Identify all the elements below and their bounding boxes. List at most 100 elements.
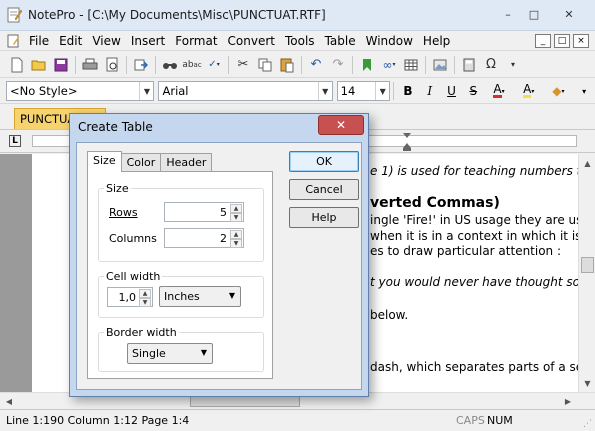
ok-button[interactable]: OK xyxy=(289,151,359,172)
doc-text-line: es to draw particular attention : xyxy=(370,244,562,258)
maximize-button[interactable]: □ xyxy=(523,5,545,23)
size-group: Size Rows 5 ▲ ▼ Columns 2 ▲ ▼ xyxy=(98,182,264,262)
doc-text-line: ingle 'Fire!' in US usage they are usu xyxy=(370,213,591,227)
cell-width-spinner[interactable]: 1,0 ▲ ▼ xyxy=(107,287,153,307)
chevron-down-icon[interactable]: ▼ xyxy=(317,82,332,100)
scroll-left-icon[interactable]: ◀ xyxy=(1,394,17,409)
spin-down-icon[interactable]: ▼ xyxy=(230,239,242,248)
menu-format[interactable]: Format xyxy=(170,34,222,48)
font-color-label: A xyxy=(493,82,502,98)
bookmark-icon[interactable] xyxy=(356,54,378,76)
spellcheck-icon[interactable]: ✓ ▾ xyxy=(203,54,225,76)
spin-up-icon[interactable]: ▲ xyxy=(230,230,242,239)
document-icon[interactable] xyxy=(6,34,20,48)
cut-icon[interactable]: ✂ xyxy=(232,54,254,76)
menu-window[interactable]: Window xyxy=(361,34,418,48)
spin-up-icon[interactable]: ▲ xyxy=(230,204,242,213)
doc-minimize-button[interactable]: _ xyxy=(535,34,551,48)
vertical-scrollbar[interactable]: ▲ ▼ xyxy=(578,154,595,392)
doc-restore-button[interactable]: □ xyxy=(554,34,570,48)
font-color-button[interactable]: A ▾ xyxy=(484,80,514,102)
rows-spinner[interactable]: 5 ▲ ▼ xyxy=(164,202,244,222)
minimize-button[interactable]: – xyxy=(497,5,519,23)
toolbar-separator xyxy=(393,82,395,100)
calculator-icon[interactable] xyxy=(458,54,480,76)
scroll-down-icon[interactable]: ▼ xyxy=(580,375,595,391)
style-select[interactable]: <No Style> ▼ xyxy=(6,81,155,101)
dialog-title: Create Table xyxy=(78,120,153,134)
export-icon[interactable] xyxy=(130,54,152,76)
chevron-down-icon[interactable]: ▼ xyxy=(139,82,153,100)
spin-up-icon[interactable]: ▲ xyxy=(139,289,151,298)
italic-button[interactable]: I xyxy=(419,80,441,102)
insert-picture-icon[interactable] xyxy=(429,54,451,76)
replace-icon[interactable]: ab ac xyxy=(181,54,203,76)
font-value: Arial xyxy=(162,84,189,98)
border-width-select[interactable]: Single ▼ xyxy=(127,343,213,364)
menu-file[interactable]: File xyxy=(24,34,54,48)
symbol-icon[interactable]: Ω xyxy=(480,54,502,76)
doc-heading: verted Commas) xyxy=(370,195,500,211)
tab-stop-selector[interactable]: L xyxy=(9,135,21,147)
menu-tools[interactable]: Tools xyxy=(280,34,320,48)
close-button[interactable]: ✕ xyxy=(549,5,589,23)
menu-insert[interactable]: Insert xyxy=(126,34,170,48)
cell-width-unit-select[interactable]: Inches ▼ xyxy=(159,286,241,307)
print-icon[interactable] xyxy=(79,54,101,76)
menu-view[interactable]: View xyxy=(87,34,125,48)
undo-icon[interactable]: ↶ xyxy=(305,54,327,76)
menu-table[interactable]: Table xyxy=(320,34,361,48)
rows-label: Rows xyxy=(109,206,138,219)
toolbar-separator xyxy=(126,55,127,74)
columns-spinner[interactable]: 2 ▲ ▼ xyxy=(164,228,244,248)
cancel-button[interactable]: Cancel xyxy=(289,179,359,200)
formatbar-overflow-icon[interactable]: ▾ xyxy=(573,80,595,102)
doc-close-button[interactable]: × xyxy=(573,34,589,48)
spin-down-icon[interactable]: ▼ xyxy=(139,298,151,307)
indent-marker-icon[interactable] xyxy=(403,133,411,151)
resize-grip-icon[interactable]: ⋰ xyxy=(583,419,592,429)
paste-icon[interactable] xyxy=(276,54,298,76)
bold-button[interactable]: B xyxy=(397,80,419,102)
tab-color[interactable]: Color xyxy=(120,153,162,172)
menu-edit[interactable]: Edit xyxy=(54,34,87,48)
chevron-down-icon: ▼ xyxy=(200,348,207,357)
menu-help[interactable]: Help xyxy=(418,34,455,48)
toolbar-separator xyxy=(75,55,76,74)
doc-text-line: e 1) is used for teaching numbers to xyxy=(370,164,589,178)
horizontal-scroll-thumb[interactable] xyxy=(190,396,300,407)
highlight-button[interactable]: A ▾ xyxy=(514,80,544,102)
save-icon[interactable] xyxy=(50,54,72,76)
columns-value: 2 xyxy=(220,232,227,245)
copy-icon[interactable] xyxy=(254,54,276,76)
chevron-down-icon: ▼ xyxy=(228,291,235,300)
dialog-close-button[interactable]: ✕ xyxy=(318,115,364,135)
vertical-scroll-thumb[interactable] xyxy=(581,257,594,273)
toolbar-overflow-icon[interactable]: ▾ xyxy=(502,54,524,76)
redo-icon[interactable]: ↷ xyxy=(327,54,349,76)
tab-header[interactable]: Header xyxy=(160,153,213,172)
spin-down-icon[interactable]: ▼ xyxy=(230,213,242,222)
open-folder-icon[interactable] xyxy=(28,54,50,76)
num-indicator: NUM xyxy=(487,414,513,427)
insert-table-icon[interactable] xyxy=(400,54,422,76)
find-icon[interactable] xyxy=(159,54,181,76)
cell-width-spin-buttons: ▲ ▼ xyxy=(139,289,151,307)
print-preview-icon[interactable] xyxy=(101,54,123,76)
help-button[interactable]: Help xyxy=(289,207,359,228)
underline-button[interactable]: U xyxy=(441,80,463,102)
rows-spin-buttons: ▲ ▼ xyxy=(230,204,242,222)
scroll-right-icon[interactable]: ▶ xyxy=(560,394,576,409)
menu-convert[interactable]: Convert xyxy=(223,34,280,48)
scroll-up-icon[interactable]: ▲ xyxy=(580,155,595,171)
fill-color-button[interactable]: ◆ ▾ xyxy=(544,80,574,102)
chevron-down-icon[interactable]: ▼ xyxy=(375,82,389,100)
strikethrough-button[interactable]: S xyxy=(462,80,484,102)
font-size-select[interactable]: 14 ▼ xyxy=(336,81,391,101)
tab-size[interactable]: Size xyxy=(87,151,122,172)
font-select[interactable]: Arial ▼ xyxy=(158,81,333,101)
status-bar: Line 1:190 Column 1:12 Page 1:4 CAPS NUM… xyxy=(0,409,595,431)
hyperlink-icon[interactable]: ∞ ▾ xyxy=(378,54,400,76)
new-doc-icon[interactable] xyxy=(6,54,28,76)
window-controls: – □ ✕ xyxy=(497,5,589,23)
